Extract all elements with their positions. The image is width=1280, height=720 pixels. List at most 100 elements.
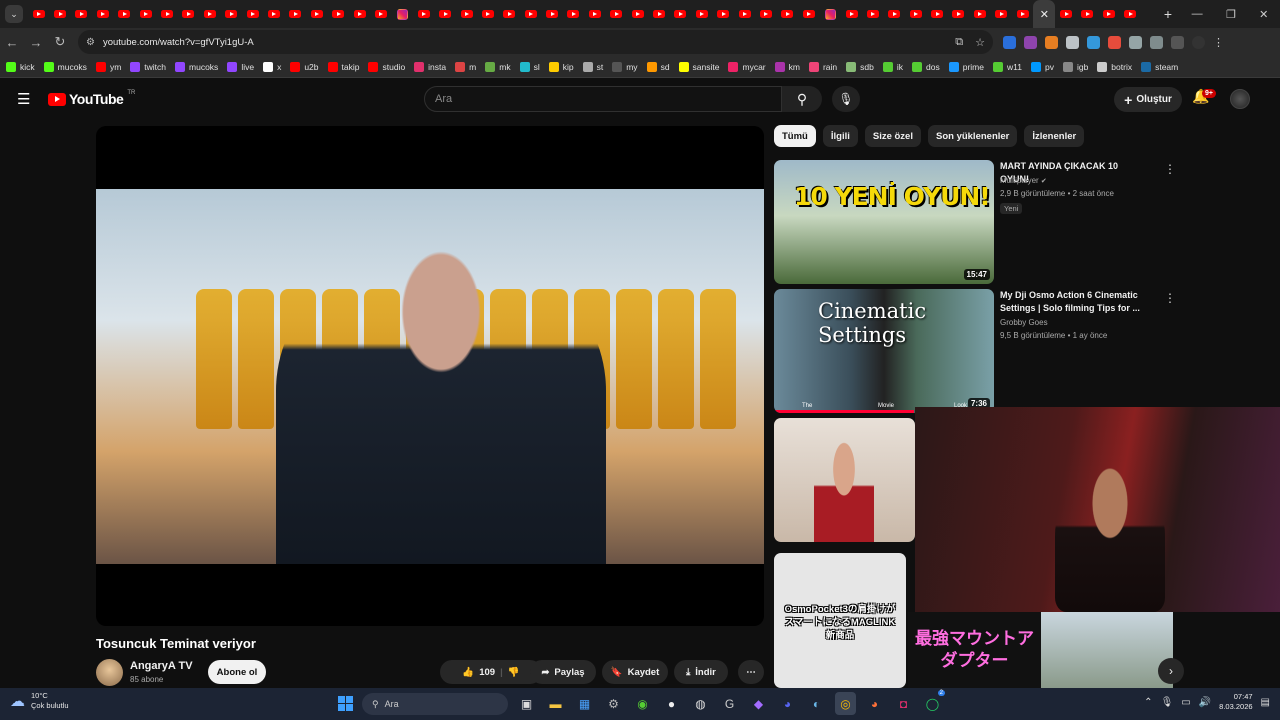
bookmark-item[interactable]: x <box>263 61 281 72</box>
extension-icon[interactable] <box>1108 35 1121 49</box>
bookmark-item[interactable]: sansite <box>678 61 719 72</box>
browser-tab[interactable] <box>691 0 712 28</box>
browser-tab[interactable] <box>92 0 113 28</box>
video-thumbnail[interactable] <box>774 418 915 542</box>
reload-button[interactable]: ↻ <box>48 34 72 50</box>
browser-tab[interactable] <box>541 0 562 28</box>
browser-tab[interactable] <box>734 0 755 28</box>
minimize-button[interactable]: — <box>1192 8 1203 21</box>
browser-tab[interactable] <box>926 0 947 28</box>
filter-chip[interactable]: İlgili <box>822 125 858 147</box>
browser-tab[interactable] <box>819 0 840 28</box>
bookmark-item[interactable]: st <box>582 61 603 72</box>
forward-button[interactable]: → <box>24 35 48 50</box>
back-button[interactable]: ← <box>0 35 24 50</box>
browser-tab[interactable] <box>456 0 477 28</box>
tab-groups-icon[interactable] <box>1171 35 1184 49</box>
channel-name[interactable]: AngaryA TV <box>130 660 193 672</box>
whatsapp-icon[interactable]: ◯ 2 <box>922 690 945 715</box>
bookmark-item[interactable]: m <box>455 61 476 72</box>
browser-tab[interactable] <box>798 0 819 28</box>
obs-icon[interactable]: ◍ <box>690 692 711 715</box>
site-info-icon[interactable]: ⚙ <box>86 37 95 48</box>
browser-tab[interactable] <box>49 0 70 28</box>
browser-tab[interactable] <box>1120 0 1141 28</box>
bookmark-item[interactable]: kip <box>548 61 574 72</box>
task-view-icon[interactable]: ▣ <box>516 692 537 715</box>
extension-icon[interactable] <box>1045 35 1058 49</box>
account-avatar[interactable] <box>1230 89 1250 109</box>
bookmark-item[interactable]: takip <box>327 61 359 72</box>
bookmark-item[interactable]: prime <box>948 61 984 72</box>
bookmark-item[interactable]: botrix <box>1097 61 1132 72</box>
close-window-button[interactable]: ✕ <box>1259 8 1268 21</box>
create-button[interactable]: + Oluştur <box>1114 87 1182 112</box>
start-button[interactable] <box>338 696 353 711</box>
browser-tab[interactable] <box>948 0 969 28</box>
video-thumbnail[interactable]: OsmoPocket3の肩掛けがスマートになるMAGLINK新商品 <box>774 553 906 688</box>
browser-tab[interactable] <box>242 0 263 28</box>
bookmark-item[interactable]: twitch <box>130 61 166 72</box>
browser-tab[interactable] <box>627 0 648 28</box>
app-icon[interactable]: ◆ <box>748 692 769 715</box>
bookmark-item[interactable]: mucoks <box>175 61 218 72</box>
extension-icon[interactable] <box>1066 35 1079 49</box>
settings-icon[interactable]: ⚙ <box>603 692 624 715</box>
browser-tab[interactable] <box>306 0 327 28</box>
menu-hamburger-icon[interactable]: ☰ <box>17 90 33 108</box>
filter-chip[interactable]: Tümü <box>774 125 816 147</box>
bookmark-item[interactable]: w11 <box>993 61 1022 72</box>
store-icon[interactable]: ▦ <box>574 692 595 715</box>
chrome-menu-icon[interactable]: ⋮ <box>1213 36 1224 49</box>
bookmark-item[interactable]: sd <box>646 61 670 72</box>
app-icon[interactable]: G <box>719 692 740 715</box>
file-explorer-icon[interactable]: ▬ <box>545 692 566 715</box>
browser-tab[interactable] <box>178 0 199 28</box>
address-bar[interactable]: ⚙ youtube.com/watch?v=gfVTyi1gU-A ⧉ ☆ <box>78 30 993 54</box>
bookmark-item[interactable]: pv <box>1030 61 1054 72</box>
browser-tab[interactable] <box>841 0 862 28</box>
browser-tab[interactable] <box>606 0 627 28</box>
bookmark-item[interactable]: studio <box>368 61 405 72</box>
subscribe-button[interactable]: Abone ol <box>208 660 266 684</box>
video-thumbnail[interactable]: 10 YENİ OYUN! 15:47 <box>774 160 994 284</box>
new-tab-button[interactable]: + <box>1156 6 1180 22</box>
browser-tab[interactable] <box>156 0 177 28</box>
browser-tab[interactable] <box>563 0 584 28</box>
browser-tab[interactable] <box>221 0 242 28</box>
browser-tab[interactable] <box>584 0 605 28</box>
browser-tab[interactable] <box>263 0 284 28</box>
microphone-icon[interactable]: 🎙 <box>1161 697 1174 708</box>
profile-icon[interactable] <box>1192 35 1205 49</box>
bookmark-item[interactable]: mycar <box>728 61 766 72</box>
browser-tab[interactable] <box>862 0 883 28</box>
bookmark-item[interactable]: dos <box>912 61 940 72</box>
more-actions-button[interactable]: ⋯ <box>738 660 764 684</box>
youtube-logo[interactable]: YouTube TR <box>48 90 135 107</box>
bookmark-item[interactable]: kick <box>6 61 35 72</box>
browser-tab[interactable] <box>991 0 1012 28</box>
bookmark-item[interactable]: igb <box>1062 61 1088 72</box>
filter-chip[interactable]: Size özel <box>864 125 921 147</box>
bookmark-item[interactable]: u2b <box>290 61 319 72</box>
bookmark-item[interactable]: live <box>227 61 254 72</box>
bookmark-item[interactable]: sdb <box>846 61 874 72</box>
browser-tab[interactable] <box>1098 0 1119 28</box>
extension-icon[interactable] <box>1024 35 1037 49</box>
search-input[interactable]: Ara <box>424 86 782 112</box>
bookmark-item[interactable]: ym <box>95 61 121 72</box>
chevron-up-icon[interactable]: ⌃ <box>1144 697 1152 708</box>
firefox-icon[interactable]: ◕ <box>864 692 885 715</box>
recommendation-item[interactable]: Cinematic Settings The Movie Look 7:36 M… <box>774 289 1254 413</box>
voice-search-button[interactable]: 🎙 <box>832 86 860 112</box>
extensions-puzzle-icon[interactable] <box>1150 35 1163 49</box>
steam-icon[interactable]: ◐ <box>806 692 827 715</box>
browser-tab[interactable] <box>285 0 306 28</box>
bookmark-item[interactable]: sl <box>519 61 540 72</box>
search-button[interactable]: ⚲ <box>782 86 822 112</box>
bookmark-item[interactable]: insta <box>414 61 446 72</box>
browser-tab[interactable] <box>905 0 926 28</box>
browser-tab[interactable] <box>1055 0 1076 28</box>
browser-tab[interactable] <box>499 0 520 28</box>
browser-tab[interactable] <box>477 0 498 28</box>
